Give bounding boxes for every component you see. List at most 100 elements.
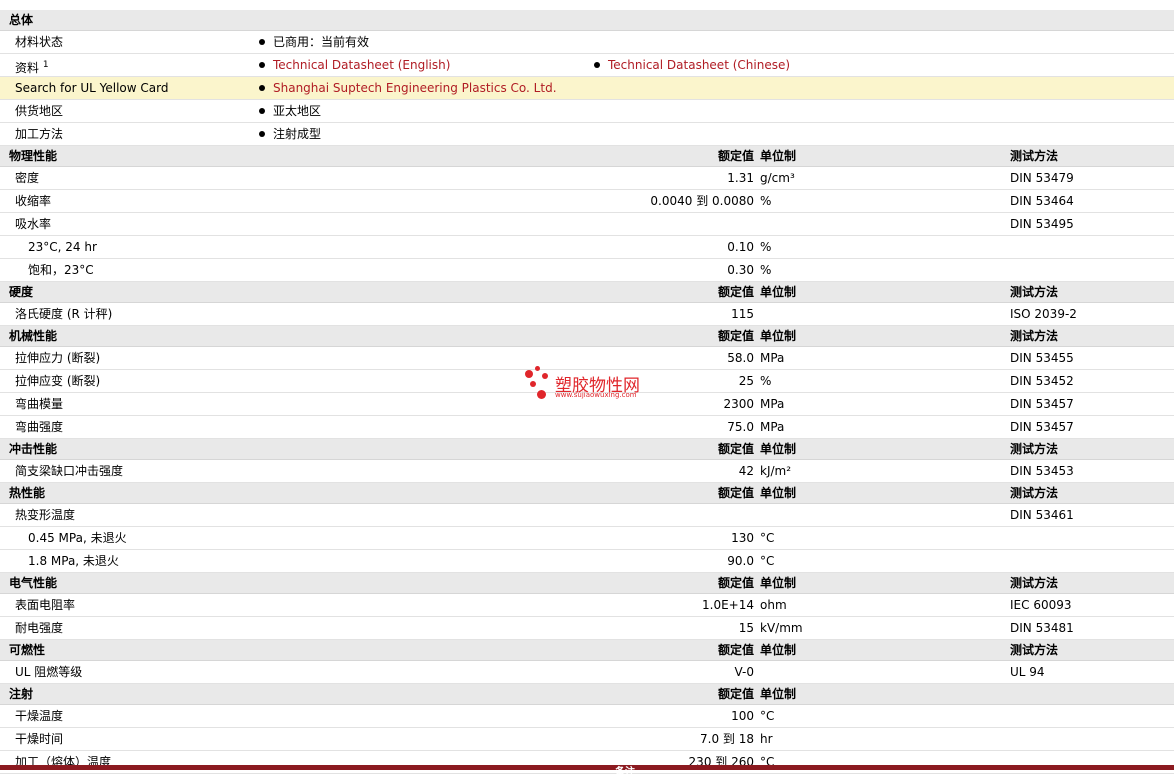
row-label: 热变形温度 bbox=[15, 508, 76, 522]
header-unit: 单位制 bbox=[760, 643, 797, 657]
row-label: 收缩率 bbox=[15, 194, 52, 208]
row-label: 弯曲强度 bbox=[15, 420, 64, 434]
row-test: DIN 53457 bbox=[1010, 420, 1074, 434]
section-title: 硬度 bbox=[9, 285, 34, 299]
ul-yellow-card-link[interactable]: Shanghai Suptech Engineering Plastics Co… bbox=[273, 81, 557, 95]
row-test: DIN 53453 bbox=[1010, 464, 1074, 478]
bullet-icon bbox=[259, 107, 265, 114]
section-title: 可燃性 bbox=[9, 643, 46, 657]
row-resources: 资料 1 Technical Datasheet (English) Techn… bbox=[0, 54, 1174, 77]
row-label: 供货地区 bbox=[15, 104, 64, 118]
header-unit: 单位制 bbox=[760, 149, 797, 163]
header-rated: 额定值 bbox=[717, 687, 754, 701]
watermark-url: www.sujiaowuxing.com bbox=[555, 391, 637, 399]
header-rated: 额定值 bbox=[717, 576, 754, 590]
section-thermal: 热性能 额定值 单位制 测试方法 bbox=[0, 483, 1174, 504]
section-mechanical: 机械性能 额定值 单位制 测试方法 bbox=[0, 326, 1174, 347]
row-value: 0.30 bbox=[727, 263, 754, 277]
header-test: 测试方法 bbox=[1010, 285, 1059, 299]
row-value: 115 bbox=[731, 307, 754, 321]
row-value: 0.0040 到 0.0080 bbox=[650, 194, 754, 208]
row-unit: °C bbox=[760, 709, 775, 723]
header-rated: 额定值 bbox=[717, 442, 754, 456]
row-unit: hr bbox=[760, 732, 773, 746]
header-unit: 单位制 bbox=[760, 442, 797, 456]
row-label: 材料状态 bbox=[15, 35, 64, 49]
bullet-icon bbox=[259, 130, 265, 137]
bullet-item: Technical Datasheet (English) bbox=[259, 54, 450, 76]
row-unit: MPa bbox=[760, 420, 785, 434]
header-rated: 额定值 bbox=[717, 486, 754, 500]
row-test: UL 94 bbox=[1010, 665, 1045, 679]
table-row: UL 阻燃等级 V-0 UL 94 bbox=[0, 661, 1174, 684]
row-unit: % bbox=[760, 263, 772, 277]
row-label: 拉伸应变 (断裂) bbox=[15, 374, 101, 388]
footer-bar bbox=[0, 765, 1174, 770]
header-unit: 单位制 bbox=[760, 576, 797, 590]
row-value: 42 bbox=[738, 464, 754, 478]
row-label: 表面电阻率 bbox=[15, 598, 76, 612]
row-test: DIN 53452 bbox=[1010, 374, 1074, 388]
row-label: 弯曲模量 bbox=[15, 397, 64, 411]
row-unit: MPa bbox=[760, 351, 785, 365]
row-value: 15 bbox=[738, 621, 754, 635]
section-flammability: 可燃性 额定值 单位制 测试方法 bbox=[0, 640, 1174, 661]
row-value: 1.0E+14 bbox=[702, 598, 754, 612]
section-title: 机械性能 bbox=[9, 329, 58, 343]
bullet-item: 注射成型 bbox=[259, 123, 321, 145]
table-row: 干燥时间 7.0 到 18 hr bbox=[0, 728, 1174, 751]
row-value: 58.0 bbox=[727, 351, 754, 365]
row-unit: MPa bbox=[760, 397, 785, 411]
datasheet-english-link[interactable]: Technical Datasheet (English) bbox=[273, 58, 450, 72]
row-value: 2300 bbox=[723, 397, 754, 411]
footnote-marker: 1 bbox=[42, 60, 49, 70]
row-value: V-0 bbox=[734, 665, 754, 679]
header-test: 测试方法 bbox=[1010, 486, 1059, 500]
row-value: 0.10 bbox=[727, 240, 754, 254]
bullet-icon bbox=[259, 61, 265, 68]
row-test: DIN 53481 bbox=[1010, 621, 1074, 635]
row-label: 洛氏硬度 (R 计秤) bbox=[15, 307, 113, 321]
section-hardness: 硬度 额定值 单位制 测试方法 bbox=[0, 282, 1174, 303]
row-label: 饱和，23°C bbox=[28, 263, 94, 277]
logo-dot-icon bbox=[537, 390, 546, 399]
section-general: 总体 bbox=[0, 10, 1174, 31]
row-test: DIN 53461 bbox=[1010, 508, 1074, 522]
section-title: 总体 bbox=[9, 13, 34, 27]
logo-dot-icon bbox=[542, 373, 548, 379]
table-row: 1.8 MPa, 未退火 90.0 °C bbox=[0, 550, 1174, 573]
header-unit: 单位制 bbox=[760, 285, 797, 299]
header-test: 测试方法 bbox=[1010, 149, 1059, 163]
row-ul-yellow-card: Search for UL Yellow Card Shanghai Supte… bbox=[0, 77, 1174, 100]
header-test: 测试方法 bbox=[1010, 576, 1059, 590]
row-material-status: 材料状态 已商用：当前有效 bbox=[0, 31, 1174, 54]
row-label: 吸水率 bbox=[15, 217, 52, 231]
watermark-logo: 塑胶物性网 www.sujiaowuxing.com bbox=[523, 364, 663, 404]
row-value: 亚太地区 bbox=[273, 104, 322, 118]
table-row: 简支梁缺口冲击强度 42 kJ/m² DIN 53453 bbox=[0, 460, 1174, 483]
row-value: 1.31 bbox=[727, 171, 754, 185]
row-unit: °C bbox=[760, 554, 775, 568]
table-row: 饱和，23°C 0.30 % bbox=[0, 259, 1174, 282]
datasheet-chinese-link[interactable]: Technical Datasheet (Chinese) bbox=[608, 58, 790, 72]
row-unit: °C bbox=[760, 531, 775, 545]
table-row: 表面电阻率 1.0E+14 ohm IEC 60093 bbox=[0, 594, 1174, 617]
table-row: 收缩率 0.0040 到 0.0080 % DIN 53464 bbox=[0, 190, 1174, 213]
row-label: 资料 1 bbox=[15, 54, 49, 79]
table-row: 加工（熔体）温度 230 到 260 °C bbox=[0, 751, 1174, 774]
logo-dot-icon bbox=[535, 366, 540, 371]
row-unit: ohm bbox=[760, 598, 787, 612]
header-rated: 额定值 bbox=[717, 149, 754, 163]
table-row: 洛氏硬度 (R 计秤) 115 ISO 2039-2 bbox=[0, 303, 1174, 326]
table-row: 0.45 MPa, 未退火 130 °C bbox=[0, 527, 1174, 550]
row-value: 已商用：当前有效 bbox=[273, 35, 370, 49]
row-supply-region: 供货地区 亚太地区 bbox=[0, 100, 1174, 123]
row-value: 75.0 bbox=[727, 420, 754, 434]
row-unit: % bbox=[760, 194, 772, 208]
row-unit: % bbox=[760, 374, 772, 388]
row-test: DIN 53495 bbox=[1010, 217, 1074, 231]
table-row: 耐电强度 15 kV/mm DIN 53481 bbox=[0, 617, 1174, 640]
section-physical: 物理性能 额定值 单位制 测试方法 bbox=[0, 146, 1174, 167]
row-label: Search for UL Yellow Card bbox=[15, 81, 169, 95]
row-test: DIN 53479 bbox=[1010, 171, 1074, 185]
